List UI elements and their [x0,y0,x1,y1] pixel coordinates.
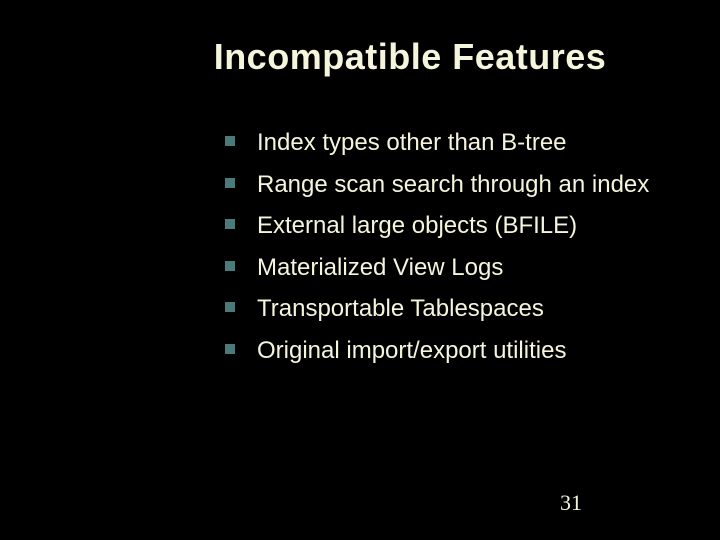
item-text: Materialized View Logs [257,251,503,285]
bullet-icon [225,344,235,354]
bullet-icon [225,302,235,312]
item-text: Original import/export utilities [257,334,566,368]
item-text: Index types other than B-tree [257,126,567,160]
item-text: Transportable Tablespaces [257,292,544,326]
bullet-icon [225,136,235,146]
bullet-icon [225,261,235,271]
list-item: Original import/export utilities [225,334,650,368]
list-item: Transportable Tablespaces [225,292,650,326]
item-text: Range scan search through an index [257,168,649,202]
bullet-icon [225,178,235,188]
list-item: Materialized View Logs [225,251,650,285]
slide-title: Incompatible Features [0,0,720,78]
bullet-icon [225,219,235,229]
slide: Incompatible Features Index types other … [0,0,720,540]
list-item: Range scan search through an index [225,168,650,202]
list-item: External large objects (BFILE) [225,209,650,243]
list-item: Index types other than B-tree [225,126,650,160]
item-text: External large objects (BFILE) [257,209,577,243]
page-number: 31 [560,490,582,516]
content-area: Index types other than B-tree Range scan… [0,126,720,368]
